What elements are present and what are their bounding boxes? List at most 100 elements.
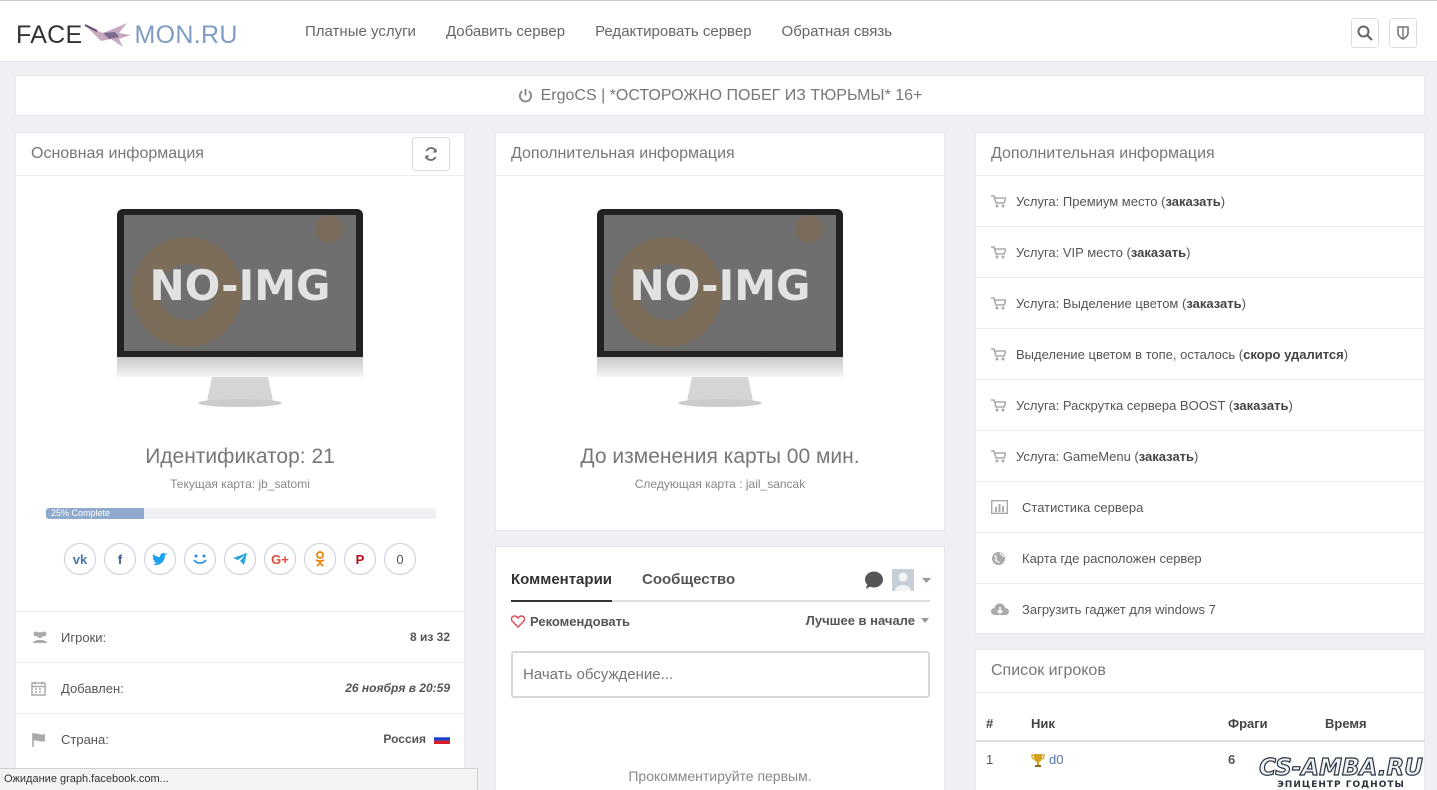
service-item[interactable]: Услуга: Выделение цветом (заказать) — [976, 278, 1424, 329]
server-link-item[interactable]: Статистика сервера — [976, 482, 1424, 533]
logo-left: FACE — [16, 21, 83, 49]
comment-input[interactable] — [511, 651, 930, 698]
col-nick: Ник — [1031, 716, 1055, 731]
comments-card: Комментарии Сообщество Рекомендовать Луч… — [495, 546, 945, 790]
services-card: Дополнительная информация Услуга: Премиу… — [975, 132, 1425, 634]
sort-chevron-icon — [921, 618, 929, 623]
main-nav: Платные услуги Добавить сервер Редактиро… — [290, 23, 907, 40]
extra-info-card: Дополнительная информация NO-IMG До изме… — [495, 132, 945, 531]
cart-icon — [991, 194, 1006, 207]
heart-icon — [511, 615, 525, 628]
sort-label: Лучшее в начале — [805, 613, 915, 628]
service-order-link[interactable]: заказать — [1131, 245, 1186, 260]
service-item[interactable]: Услуга: VIP место (заказать) — [976, 227, 1424, 278]
cart-icon — [991, 245, 1006, 258]
main-info-title: Основная информация — [16, 133, 464, 176]
facebook-icon: f — [117, 551, 123, 567]
progress-fill: 25% Complete — [46, 508, 144, 519]
country-row: Страна: Россия — [16, 713, 465, 764]
server-image-monitor: NO-IMG — [117, 209, 363, 407]
server-link-item[interactable]: Карта где расположен сервер — [976, 533, 1424, 584]
service-item[interactable]: Услуга: Премиум место (заказать) — [976, 176, 1424, 227]
globe-icon — [992, 551, 1005, 565]
svg-text:CS-AMBA.RU: CS-AMBA.RU — [1259, 755, 1423, 781]
col-time: Время — [1325, 716, 1367, 731]
refresh-button[interactable] — [412, 137, 450, 171]
twitter-share-button[interactable] — [144, 543, 176, 575]
stats-chart-icon — [991, 500, 1008, 514]
service-item[interactable]: Услуга: GameMenu (заказать) — [976, 431, 1424, 482]
server-link-item[interactable]: Загрузить гаджет для windows 7 — [976, 584, 1424, 635]
recommend-button[interactable]: Рекомендовать — [511, 614, 630, 629]
service-text: Услуга: GameMenu ( — [1016, 448, 1139, 464]
calendar-icon — [31, 681, 46, 696]
cart-icon — [991, 449, 1006, 462]
country-value: Россия — [383, 732, 426, 746]
players-row: Игроки: 8 из 32 — [16, 611, 465, 662]
service-item[interactable]: Выделение цветом в топе, осталось (скоро… — [976, 329, 1424, 380]
service-order-link[interactable]: заказать — [1233, 398, 1288, 413]
service-order-link[interactable]: заказать — [1186, 296, 1241, 311]
facebook-share-button[interactable]: f — [104, 543, 136, 575]
nav-add-server[interactable]: Добавить сервер — [446, 23, 565, 40]
telegram-share-button[interactable] — [224, 543, 256, 575]
pinterest-icon: P — [355, 551, 365, 567]
sort-dropdown[interactable]: Лучшее в начале — [806, 613, 929, 628]
search-button[interactable] — [1351, 18, 1379, 48]
moimir-share-button[interactable] — [184, 543, 216, 575]
search-icon — [1357, 25, 1373, 41]
main-info-title-text: Основная информация — [31, 145, 204, 162]
russia-flag-icon — [434, 734, 450, 744]
odnoklassniki-share-button[interactable] — [304, 543, 336, 575]
added-label: Добавлен: — [61, 680, 124, 696]
refresh-icon — [425, 147, 437, 161]
nav-feedback[interactable]: Обратная связь — [782, 23, 893, 40]
cart-icon — [991, 347, 1006, 360]
server-link-label: Карта где расположен сервер — [1022, 550, 1202, 566]
site-logo[interactable]: FACE MON.RU — [16, 19, 238, 50]
tab-community[interactable]: Сообщество — [642, 571, 735, 602]
chevron-down-icon[interactable] — [922, 578, 931, 584]
service-text: Услуга: Премиум место ( — [1016, 193, 1166, 209]
service-text: Услуга: Выделение цветом ( — [1016, 295, 1187, 311]
services-list: Услуга: Премиум место (заказать) Услуга: … — [976, 176, 1424, 635]
service-text: Выделение цветом в топе, осталось ( — [1016, 346, 1244, 362]
progress-bar: 25% Complete — [46, 508, 436, 519]
tab-comments[interactable]: Комментарии — [511, 571, 613, 602]
player-nick-cell: d0 — [1031, 752, 1063, 767]
cloud-download-icon — [991, 603, 1009, 615]
player-frags: 6 — [1228, 752, 1236, 767]
service-text-tail: ) — [1194, 448, 1199, 464]
added-row: Добавлен: 26 ноября в 20:59 — [16, 662, 465, 713]
added-value: 26 ноября в 20:59 — [345, 681, 450, 695]
vk-share-button[interactable]: vk — [64, 543, 96, 575]
service-item[interactable]: Услуга: Раскрутка сервера BOOST (заказат… — [976, 380, 1424, 431]
services-title: Дополнительная информация — [976, 133, 1424, 176]
svg-text:NO-IMG: NO-IMG — [630, 261, 811, 310]
cs-amba-watermark: CS-AMBA.RU ЭПИЦЕНТР ГОДНОТЫ — [1259, 754, 1424, 790]
map-image-monitor: NO-IMG — [597, 209, 843, 407]
server-identifier: Идентификатор: 21 — [145, 445, 335, 468]
service-order-link[interactable]: заказать — [1139, 449, 1194, 464]
empty-comments-text: Прокомментируйте первым. — [628, 768, 812, 784]
current-map: Текущая карта: jb_satomi — [170, 477, 310, 491]
pinterest-share-button[interactable]: P — [344, 543, 376, 575]
player-nick[interactable]: d0 — [1049, 752, 1063, 767]
next-map: Следующая карта : jail_sancak — [634, 477, 806, 491]
nav-paid-services[interactable]: Платные услуги — [305, 23, 416, 40]
google-plus-share-button[interactable]: G+ — [264, 543, 296, 575]
cart-icon — [991, 296, 1006, 309]
server-link-label: Статистика сервера — [1022, 499, 1144, 515]
service-text-tail: ) — [1288, 397, 1293, 413]
service-order-link[interactable]: заказать — [1165, 194, 1220, 209]
service-order-link[interactable]: скоро удалится — [1243, 347, 1344, 362]
social-share: vk f G+ P 0 — [64, 543, 424, 575]
top-navbar: FACE MON.RU Платные услуги Добавить серве… — [0, 0, 1437, 62]
chat-bubble-icon[interactable] — [864, 571, 884, 589]
nav-edit-server[interactable]: Редактировать сервер — [595, 23, 751, 40]
cart-icon — [991, 398, 1006, 411]
user-avatar-icon[interactable] — [892, 569, 914, 591]
shield-button[interactable] — [1389, 18, 1417, 48]
browser-status-bar: Ожидание graph.facebook.com... — [0, 768, 478, 790]
logo-right: MON.RU — [134, 21, 238, 49]
